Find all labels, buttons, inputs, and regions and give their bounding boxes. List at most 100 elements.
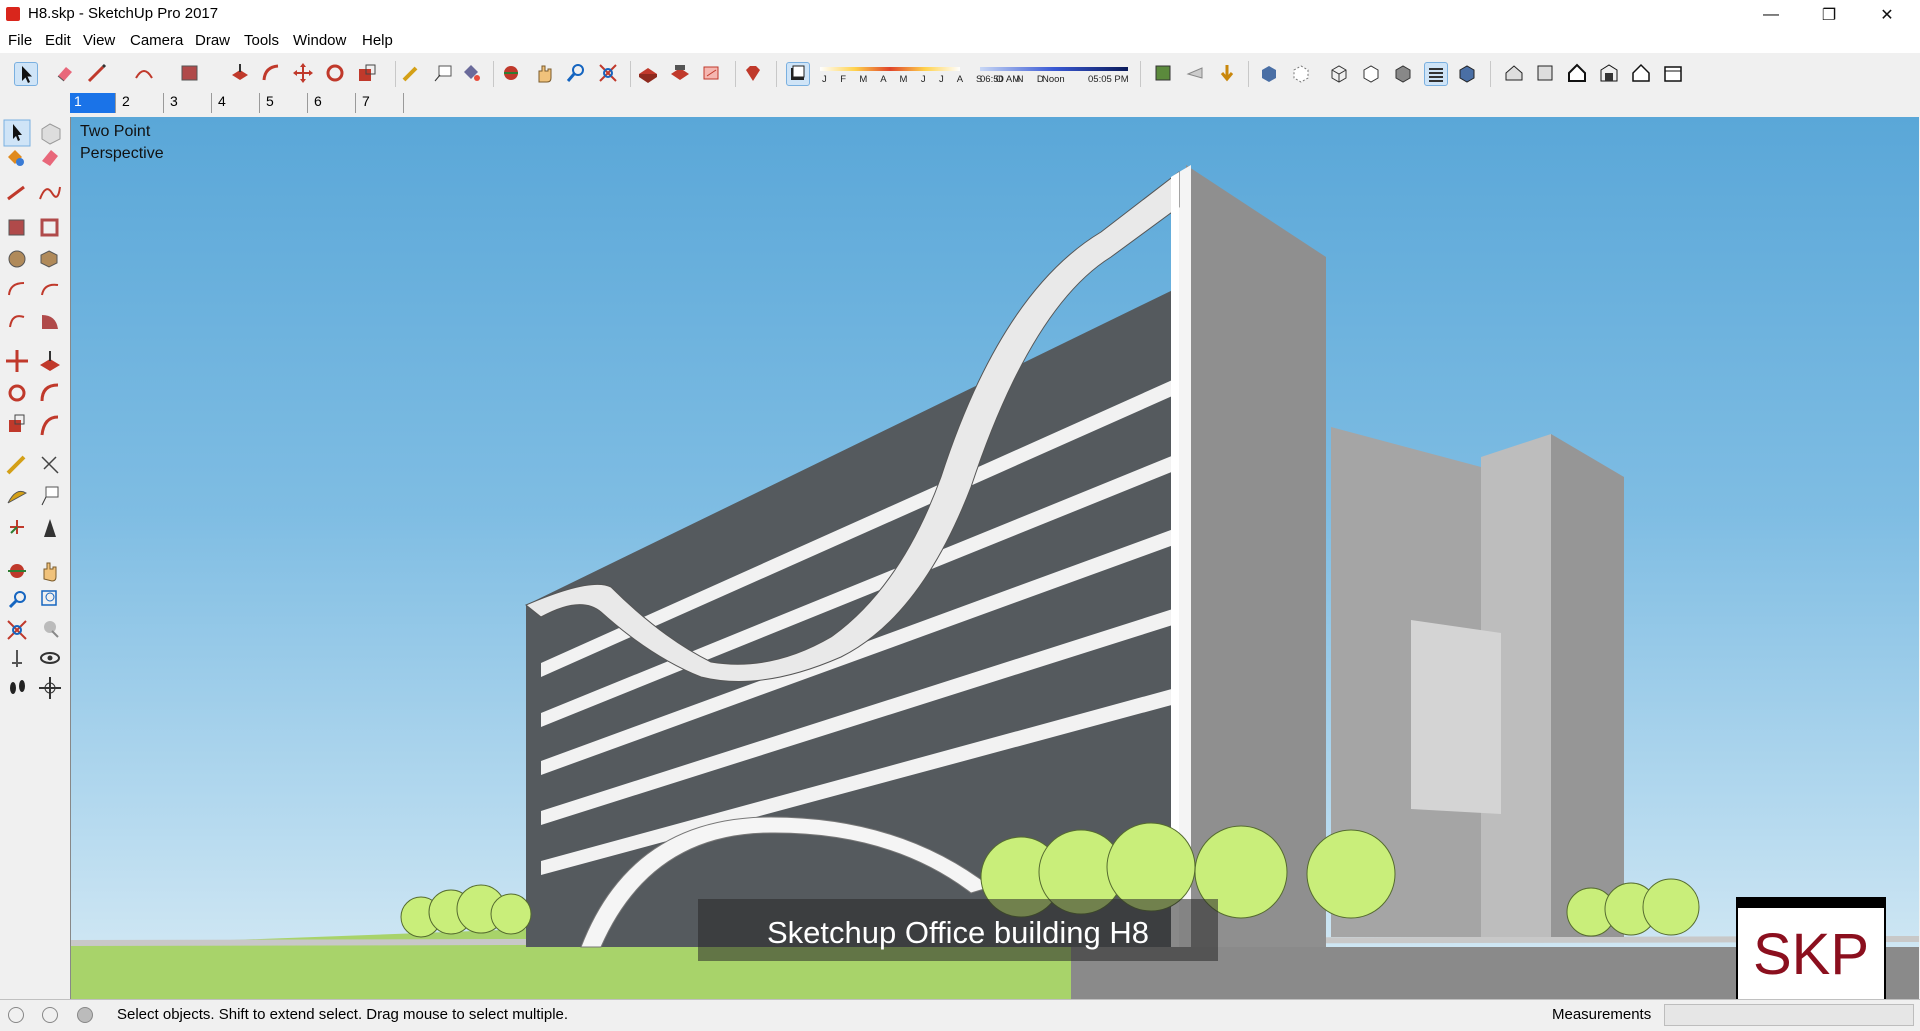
lt-dimension-icon[interactable] — [41, 456, 59, 474]
scene-tab-5[interactable]: 5 — [262, 93, 308, 113]
lt-line-icon[interactable] — [7, 185, 25, 201]
wireframe-icon[interactable] — [1328, 62, 1350, 84]
lt-protractor-icon[interactable] — [7, 490, 28, 504]
zoom-icon[interactable] — [565, 62, 587, 84]
restore-icon: ❐ — [1821, 6, 1837, 24]
text-icon[interactable] — [432, 62, 454, 84]
lt-2point-arc-icon[interactable] — [41, 283, 59, 296]
lt-axes-icon[interactable] — [10, 520, 24, 534]
select-icon[interactable] — [14, 62, 38, 86]
eraser-icon[interactable] — [54, 62, 76, 84]
lt-tape-icon[interactable] — [6, 455, 26, 475]
restore-button[interactable]: ❐ — [1800, 0, 1858, 29]
lt-freehand-icon[interactable] — [39, 186, 61, 200]
scene-tab-3[interactable]: 3 — [166, 93, 212, 113]
lt-zoom-extents-icon[interactable] — [7, 620, 27, 640]
lt-circle-icon[interactable] — [8, 250, 26, 268]
lt-paint-icon[interactable] — [8, 150, 24, 166]
zoom-extents-icon[interactable] — [597, 62, 619, 84]
scene-tab-7[interactable]: 7 — [358, 93, 404, 113]
lt-position-camera-icon[interactable] — [12, 650, 22, 667]
title-bar: H8.skp - SketchUp Pro 2017 — ❐ ✕ — [0, 0, 1920, 29]
front-view-icon[interactable] — [1566, 62, 1588, 84]
pan-icon[interactable] — [533, 62, 555, 84]
lt-pie-icon[interactable] — [42, 315, 58, 329]
measurements-input[interactable] — [1664, 1004, 1914, 1026]
lt-eraser-icon[interactable] — [42, 150, 58, 166]
lt-text-icon[interactable] — [41, 486, 59, 506]
xray-icon[interactable] — [1258, 62, 1280, 84]
menu-file[interactable]: File — [8, 32, 32, 49]
scene-tab-2[interactable]: 2 — [118, 93, 164, 113]
shaded-icon[interactable] — [1392, 62, 1414, 84]
top-view-icon[interactable] — [1534, 62, 1556, 84]
lt-section-icon[interactable] — [39, 677, 61, 699]
user-icon[interactable] — [77, 1007, 93, 1023]
lt-3point-arc-icon[interactable] — [9, 315, 25, 328]
lt-arc-icon[interactable] — [8, 282, 25, 296]
right-view-icon[interactable] — [1598, 62, 1620, 84]
lt-scale-icon[interactable] — [9, 414, 25, 432]
follow-me-icon[interactable] — [260, 62, 282, 84]
lt-walk-icon[interactable] — [10, 680, 25, 694]
scene-tab-1[interactable]: 1 — [70, 93, 116, 113]
model-viewport[interactable]: Two Point Perspective Sketchup Office bu… — [70, 117, 1919, 999]
rectangle-icon[interactable] — [179, 62, 201, 84]
lt-polygon-icon[interactable] — [40, 250, 58, 268]
scene-tab-6[interactable]: 6 — [310, 93, 356, 113]
warehouse-icon[interactable] — [637, 62, 659, 84]
scene-tab-4[interactable]: 4 — [214, 93, 260, 113]
menu-camera[interactable]: Camera — [130, 32, 183, 49]
push-pull-icon[interactable] — [229, 62, 251, 84]
monochrome-icon[interactable] — [1456, 62, 1478, 84]
lt-select-icon[interactable] — [3, 119, 31, 147]
lt-zoom-icon[interactable] — [8, 591, 26, 609]
lt-followme-icon[interactable] — [40, 383, 59, 402]
lt-pan-icon[interactable] — [43, 562, 57, 582]
geolocation-icon[interactable] — [8, 1007, 24, 1023]
orbit-icon[interactable] — [500, 62, 522, 84]
lt-offset-icon[interactable] — [40, 415, 59, 436]
lt-previous-icon[interactable] — [44, 621, 59, 638]
shadow-toggle-icon[interactable] — [786, 62, 810, 86]
menu-tools[interactable]: Tools — [244, 32, 279, 49]
lt-rotate-icon[interactable] — [8, 384, 26, 402]
lt-3dtext-icon[interactable] — [44, 519, 56, 537]
menu-view[interactable]: View — [83, 32, 115, 49]
lt-rectangle-icon[interactable] — [8, 219, 25, 236]
close-button[interactable]: ✕ — [1858, 0, 1916, 29]
layout-icon[interactable] — [701, 62, 723, 84]
paint-bucket-icon[interactable] — [460, 62, 482, 84]
section-display-icon[interactable] — [1184, 62, 1206, 84]
arc-icon[interactable] — [133, 62, 155, 84]
move-icon[interactable] — [292, 62, 314, 84]
back-view-icon[interactable] — [1630, 62, 1652, 84]
lt-rotated-rectangle-icon[interactable] — [40, 218, 59, 237]
section-fill-icon[interactable] — [1216, 62, 1238, 84]
scale-icon[interactable] — [356, 62, 378, 84]
ruby-icon[interactable] — [742, 62, 764, 84]
extension-warehouse-icon[interactable] — [669, 62, 691, 84]
iso-view-icon[interactable] — [1503, 62, 1525, 84]
menu-draw[interactable]: Draw — [195, 32, 230, 49]
lt-orbit-icon[interactable] — [8, 564, 26, 578]
lt-lookaround-icon[interactable] — [40, 652, 60, 664]
hidden-line-icon[interactable] — [1360, 62, 1382, 84]
lt-zoom-window-icon[interactable] — [41, 590, 57, 606]
menu-edit[interactable]: Edit — [45, 32, 71, 49]
menu-window[interactable]: Window — [293, 32, 346, 49]
lt-pushpull-icon[interactable] — [40, 351, 60, 371]
shaded-textures-icon[interactable] — [1424, 62, 1448, 86]
back-edges-icon[interactable] — [1290, 62, 1312, 84]
menu-help[interactable]: Help — [362, 32, 393, 49]
pencil-line-icon[interactable] — [86, 62, 108, 84]
lt-move-icon[interactable] — [6, 350, 28, 372]
rotate-icon[interactable] — [324, 62, 346, 84]
left-view-icon[interactable] — [1662, 62, 1684, 84]
credits-icon[interactable] — [42, 1007, 58, 1023]
lt-component-icon[interactable] — [41, 123, 61, 145]
camera-label-line2: Perspective — [80, 145, 164, 162]
section-plane-icon[interactable] — [1152, 62, 1174, 84]
tape-measure-icon[interactable] — [400, 62, 422, 84]
minimize-button[interactable]: — — [1742, 0, 1800, 29]
